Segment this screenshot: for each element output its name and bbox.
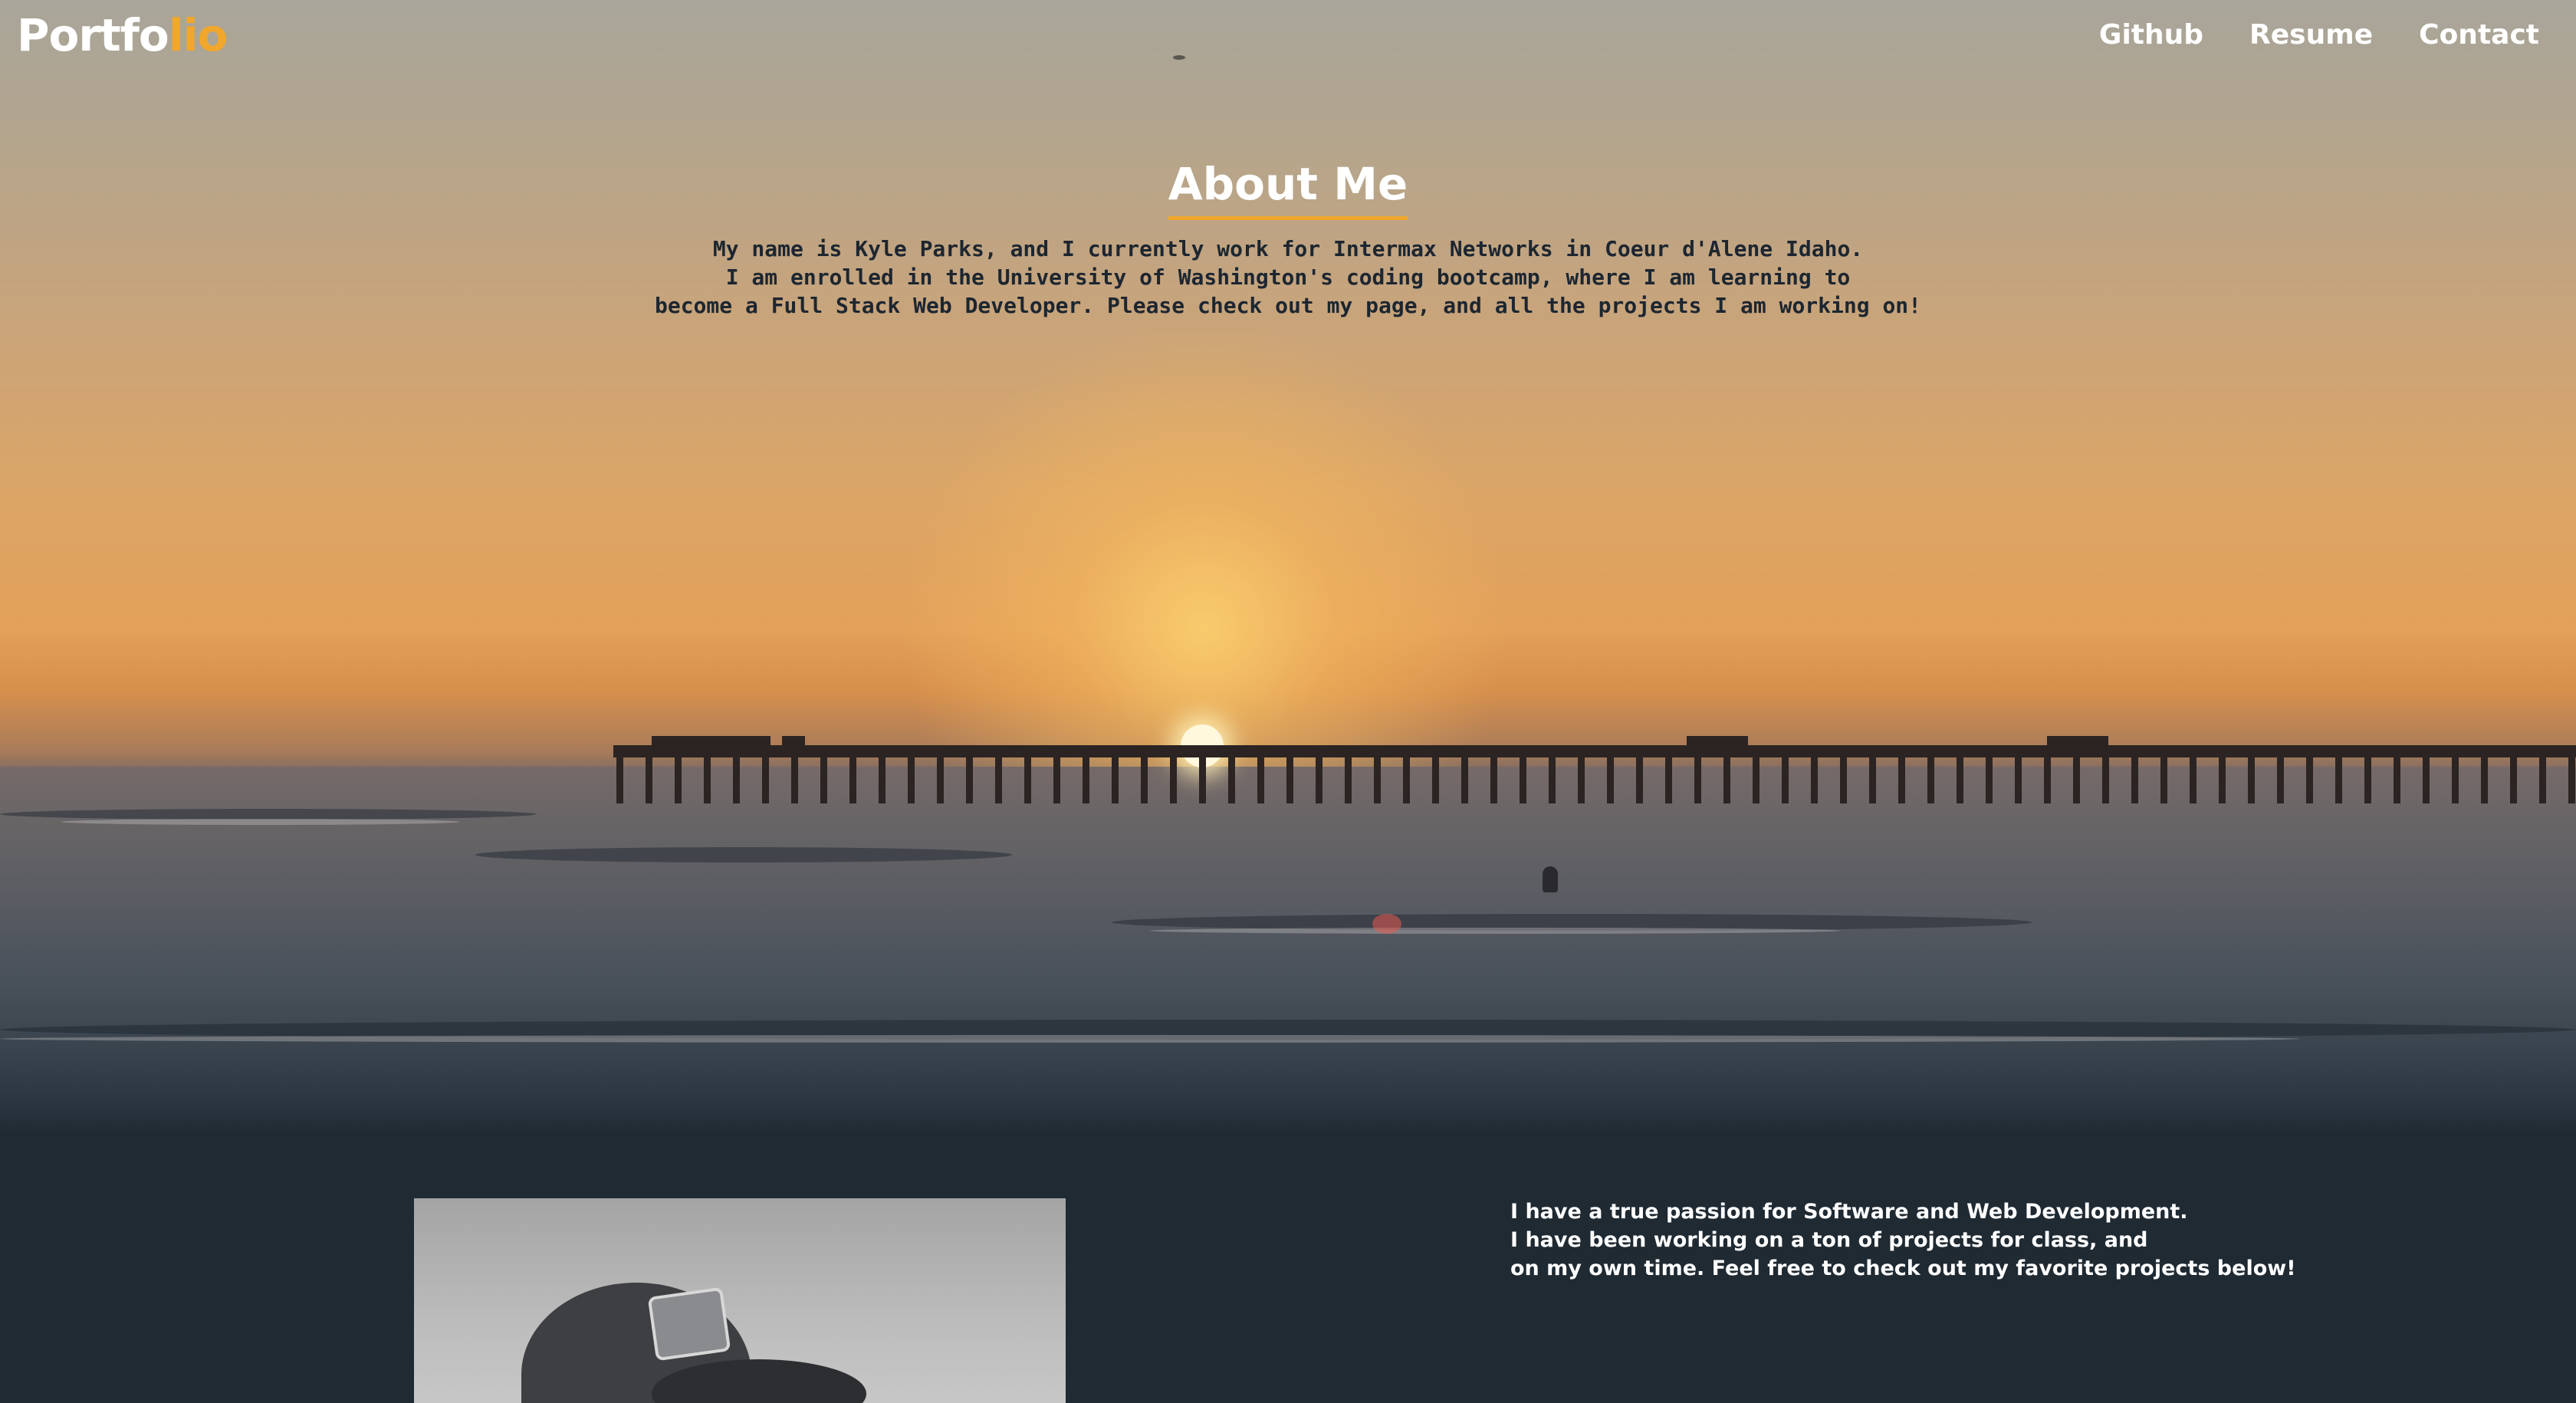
nav-links: Github Resume Contact: [2099, 15, 2539, 55]
about-line: My name is Kyle Parks, and I currently w…: [712, 236, 1864, 261]
about-description: My name is Kyle Parks, and I currently w…: [0, 235, 2576, 320]
pier-silhouette: [613, 736, 2576, 803]
passion-line: I have been working on a ton of projects…: [1510, 1228, 2148, 1252]
surfer: [1543, 866, 1558, 892]
brand-logo-link[interactable]: Portfolio: [17, 8, 228, 63]
profile-photo: [414, 1198, 1066, 1403]
navbar: Portfolio Github Resume Contact: [0, 0, 2576, 71]
about-heading: About Me: [0, 153, 2576, 220]
cap-patch: [647, 1286, 731, 1362]
about-heading-text: About Me: [1168, 153, 1408, 220]
passion-line: on my own time. Feel free to check out m…: [1510, 1257, 2296, 1280]
portfolio-page: Portfolio Github Resume Contact About Me…: [0, 0, 2576, 1403]
about-line: I am enrolled in the University of Washi…: [725, 264, 1851, 290]
brand-accent-text: lio: [168, 9, 228, 61]
passion-description: I have a true passion for Software and W…: [1510, 1198, 2507, 1283]
passion-line: I have a true passion for Software and W…: [1510, 1200, 2188, 1224]
brand-main-text: Portfo: [17, 9, 169, 61]
lens-flare: [1372, 914, 1401, 934]
nav-link-github[interactable]: Github: [2099, 15, 2203, 55]
nav-link-contact[interactable]: Contact: [2419, 15, 2539, 55]
about-line: become a Full Stack Web Developer. Pleas…: [654, 293, 1922, 318]
nav-link-resume[interactable]: Resume: [2249, 15, 2373, 55]
